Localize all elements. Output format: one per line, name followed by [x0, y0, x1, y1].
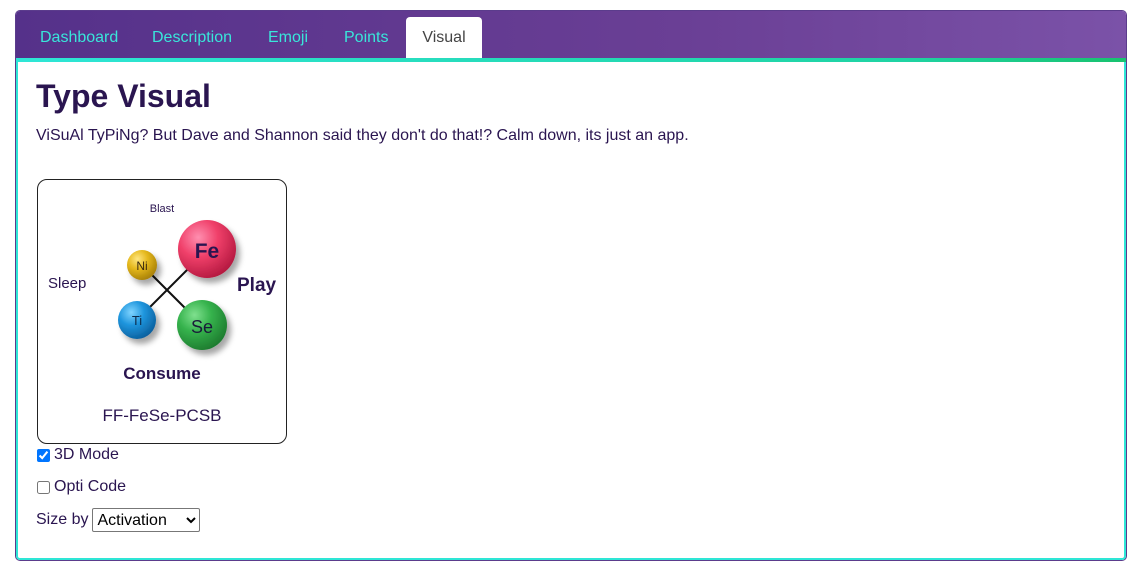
- fe-node-label: Fe: [195, 240, 220, 263]
- type-diagram: Fe Se Ni Ti Blast Sleep Play Consume FF-…: [48, 203, 277, 425]
- size-by-select[interactable]: Activation: [92, 508, 201, 532]
- type-code: FF-FeSe-PCSB: [102, 406, 221, 425]
- page-subtitle: ViSuAl TyPiNg? But Dave and Shannon said…: [36, 127, 689, 144]
- axis-label-top: Blast: [150, 203, 174, 215]
- ni-node-label: Ni: [136, 259, 147, 273]
- opti-code-label: Opti Code: [54, 478, 127, 495]
- tab-emoji[interactable]: Emoji: [250, 17, 326, 58]
- size-by-control: Size by Activation: [36, 508, 201, 532]
- type-visual-card: Fe Se Ni Ti Blast Sleep Play Consume FF-…: [37, 179, 287, 444]
- mode3d-control[interactable]: 3D Mode: [36, 446, 119, 464]
- tab-visual[interactable]: Visual: [406, 17, 482, 58]
- mode3d-checkbox[interactable]: [37, 448, 50, 462]
- tab-dashboard[interactable]: Dashboard: [22, 17, 136, 58]
- opti-code-checkbox[interactable]: [37, 480, 50, 494]
- size-by-label: Size by: [36, 511, 89, 528]
- axis-label-right: Play: [237, 275, 277, 296]
- visual-panel: Type Visual ViSuAl TyPiNg? But Dave and …: [16, 62, 1126, 560]
- opti-code-control[interactable]: Opti Code: [36, 478, 126, 496]
- axis-label-bottom: Consume: [123, 364, 200, 383]
- se-node-label: Se: [191, 317, 213, 337]
- page-title: Type Visual: [36, 78, 211, 114]
- ti-node-label: Ti: [132, 313, 142, 328]
- app-frame: Dashboard Description Emoji Points Visua…: [16, 11, 1126, 560]
- axis-label-left: Sleep: [48, 275, 86, 292]
- mode3d-label: 3D Mode: [54, 446, 119, 463]
- tab-bar: Dashboard Description Emoji Points Visua…: [16, 11, 1126, 58]
- tab-points[interactable]: Points: [326, 17, 406, 58]
- tab-description[interactable]: Description: [134, 17, 250, 58]
